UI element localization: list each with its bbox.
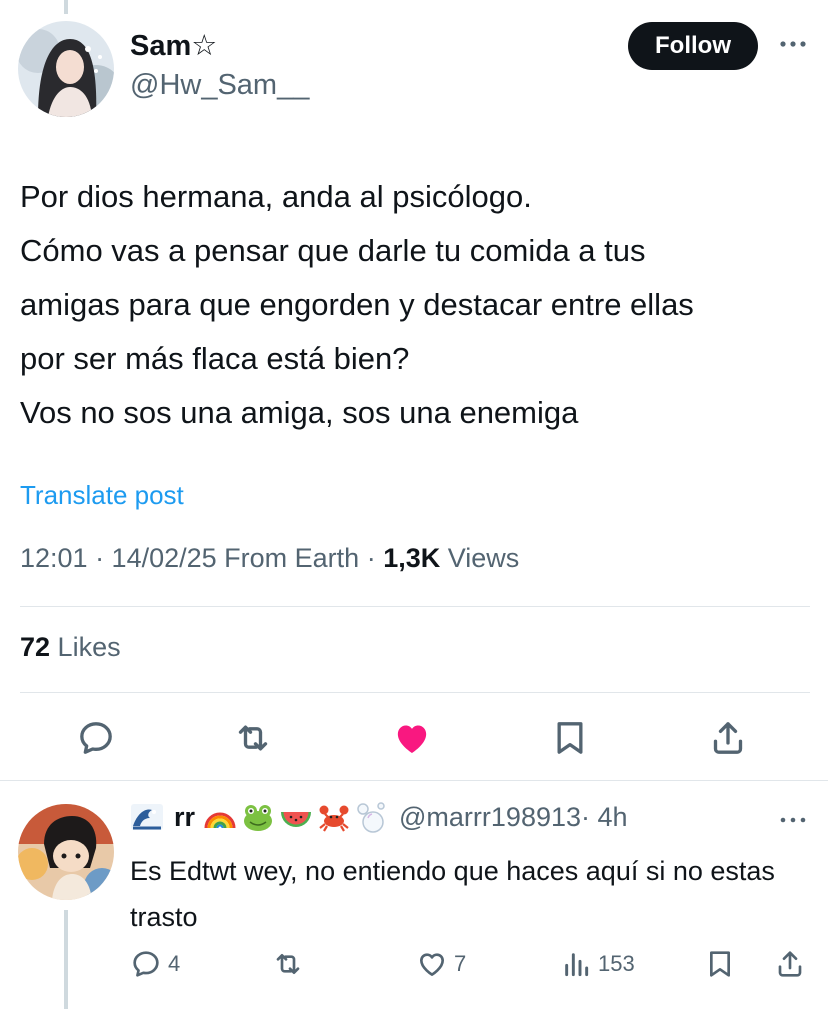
reply-more-options-icon[interactable] — [778, 810, 808, 830]
reply-display-name[interactable]: rr — [174, 802, 195, 833]
share-icon — [778, 951, 802, 977]
divider — [20, 606, 810, 607]
views-label: Views — [440, 543, 520, 573]
frog-emoji-icon — [241, 800, 275, 834]
reply-like-count: 7 — [454, 951, 467, 976]
likes-label: Likes — [50, 632, 121, 662]
translate-post-link[interactable]: Translate post — [20, 480, 184, 511]
thread-line — [64, 910, 68, 1009]
crab-emoji-icon — [317, 800, 351, 834]
likes-count: 72 — [20, 632, 51, 662]
reply-share-action[interactable] — [774, 948, 812, 980]
thread-line — [64, 0, 68, 14]
author-handle[interactable]: @Hw_Sam__ — [130, 69, 309, 102]
tweet-text: Por dios hermana, anda al psicólogo. Cóm… — [20, 170, 820, 440]
retweet-icon — [276, 954, 300, 974]
reply-header: rr @marrr198913 · 4h — [130, 800, 628, 834]
bookmark-icon — [710, 951, 730, 977]
reply-reply-action[interactable]: 4 — [130, 948, 180, 980]
heart-icon — [420, 953, 444, 976]
reply-text: Es Edtwt wey, no entiendo que haces aquí… — [130, 856, 775, 932]
reply-views-action[interactable]: 153 — [560, 948, 635, 980]
share-icon[interactable] — [708, 718, 748, 758]
tweet-timestamp[interactable]: 12:01 · 14/02/25 From Earth · — [20, 543, 383, 573]
reply-like-action[interactable]: 7 — [416, 948, 466, 980]
more-options-icon[interactable] — [778, 34, 808, 54]
tweet-text-line: amigas para que engorden y destacar entr… — [20, 287, 694, 322]
bubbles-emoji-icon — [355, 800, 389, 834]
tweet-text-line: Por dios hermana, anda al psicólogo. — [20, 179, 532, 214]
bookmark-icon[interactable] — [550, 718, 590, 758]
tweet-text-line: Cómo vas a pensar que darle tu comida a … — [20, 233, 646, 268]
tweet-text-line: por ser más flaca está bien? — [20, 341, 410, 376]
views-count: 1,3K — [383, 543, 441, 573]
retweet-icon[interactable] — [233, 718, 273, 758]
tweet-text-line: Vos no sos una amiga, sos una enemiga — [20, 395, 579, 430]
rainbow-emoji-icon — [203, 800, 237, 834]
reply-handle[interactable]: @marrr198913 — [399, 802, 581, 833]
reply-bookmark-action[interactable] — [704, 948, 742, 980]
reply-count: 4 — [168, 951, 181, 976]
reply-time[interactable]: · 4h — [581, 802, 628, 833]
divider — [20, 692, 810, 693]
heart-filled-icon[interactable] — [392, 718, 432, 758]
likes-stat[interactable]: 72 Likes — [20, 632, 121, 663]
reply-retweet-action[interactable] — [272, 948, 310, 980]
reply-author-avatar[interactable] — [18, 804, 114, 900]
reply-icon[interactable] — [76, 718, 116, 758]
follow-button[interactable]: Follow — [628, 22, 758, 70]
reply-view-count: 153 — [598, 951, 635, 976]
views-bar-icon — [565, 953, 589, 977]
tweet-metadata: 12:01 · 14/02/25 From Earth · 1,3K Views — [20, 543, 519, 574]
author-display-name[interactable]: Sam☆ — [130, 28, 217, 63]
divider — [0, 780, 828, 781]
author-avatar[interactable] — [18, 21, 114, 117]
reply-icon — [133, 951, 159, 977]
watermelon-emoji-icon — [279, 800, 313, 834]
wave-emoji-icon — [130, 800, 164, 834]
